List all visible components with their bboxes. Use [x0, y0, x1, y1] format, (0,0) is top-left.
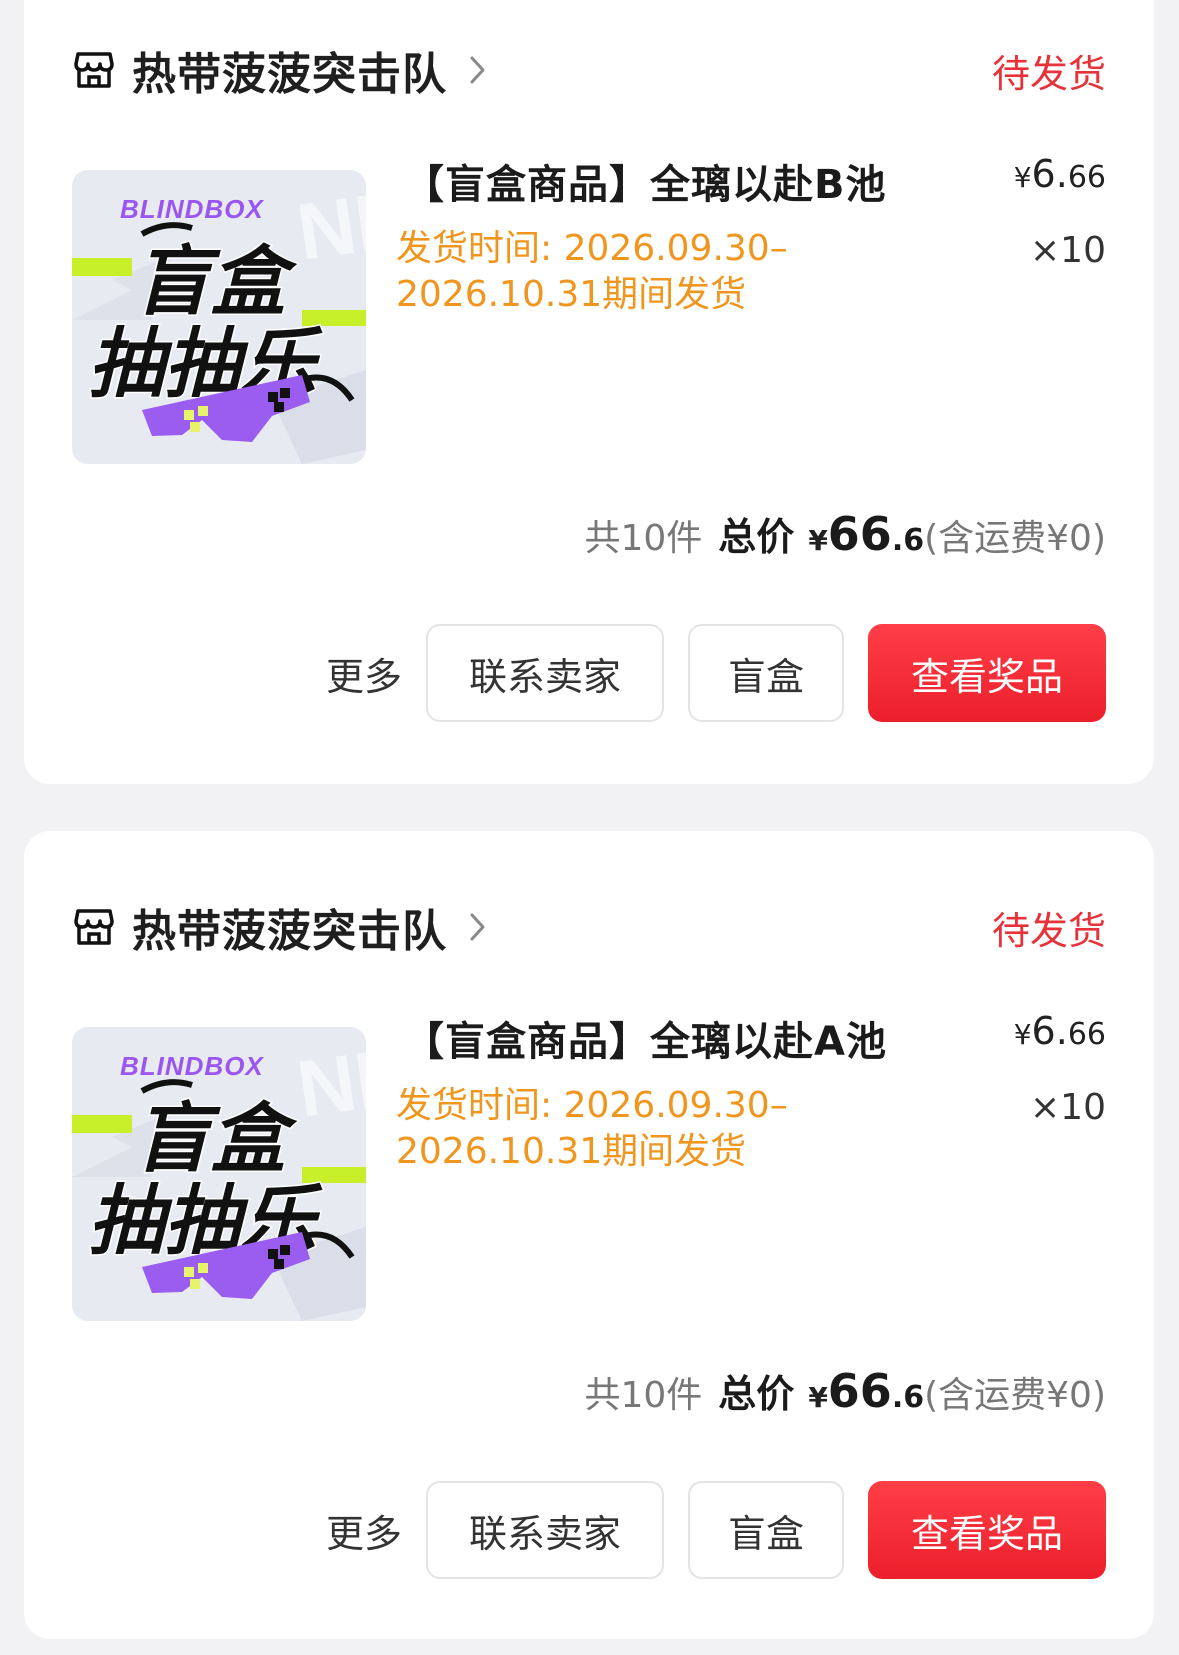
total-currency: ¥: [808, 524, 828, 557]
shop-icon: [74, 52, 114, 88]
shop-icon: [74, 909, 114, 945]
product-title[interactable]: 【盲盒商品】全璃以赴B池: [404, 152, 887, 210]
more-button[interactable]: 更多: [326, 1503, 402, 1558]
shipping-fee: (含运费¥0): [924, 518, 1106, 559]
blindbox-line1: 盲盒: [134, 237, 298, 326]
view-prizes-button[interactable]: 查看奖品: [868, 624, 1106, 722]
order-actions: 更多 联系卖家 盲盒 查看奖品: [326, 1481, 1106, 1579]
svg-text:ND: ND: [292, 173, 366, 277]
shop-name: 热带菠菠突击队: [132, 49, 447, 100]
chevron-right-icon: [470, 913, 485, 941]
shop-header[interactable]: 热带菠菠突击队 待发货: [72, 40, 1106, 100]
order-card: 热带菠菠突击队 待发货 ND BLINDBOX 盲盒 抽抽乐 【盲盒商品】全璃以…: [24, 831, 1154, 1639]
total-label: 总价: [718, 515, 795, 559]
product-image[interactable]: ND BLINDBOX 盲盒 抽抽乐: [72, 170, 366, 464]
total-amount-dec: .6: [891, 523, 925, 558]
shop-header[interactable]: 热带菠菠突击队 待发货: [72, 897, 1106, 957]
quantity: ×10: [1030, 230, 1106, 271]
total-amount-int: 66: [827, 507, 892, 561]
order-status: 待发货: [991, 908, 1106, 953]
view-prizes-button[interactable]: 查看奖品: [868, 1481, 1106, 1579]
blind-box-button[interactable]: 盲盒: [688, 1481, 844, 1579]
more-button[interactable]: 更多: [326, 646, 402, 701]
item-count: 共10件: [584, 518, 703, 559]
blindbox-logo-text: BLINDBOX: [120, 1051, 264, 1081]
order-total: 共10件 总价 ¥ 66 .6 (含运费¥0): [584, 1363, 1106, 1418]
blind-box-button[interactable]: 盲盒: [688, 624, 844, 722]
unit-price: ¥6.66: [1013, 152, 1106, 196]
shipping-fee: (含运费¥0): [924, 1375, 1106, 1416]
product-title[interactable]: 【盲盒商品】全璃以赴A池: [404, 1009, 887, 1067]
order-actions: 更多 联系卖家 盲盒 查看奖品: [326, 624, 1106, 722]
total-amount-dec: .6: [891, 1380, 925, 1415]
order-total: 共10件 总价 ¥ 66 .6 (含运费¥0): [584, 506, 1106, 561]
total-currency: ¥: [808, 1381, 828, 1414]
ship-time: 发货时间: 2026.09.30–2026.10.31期间发货: [396, 228, 788, 315]
unit-price: ¥6.66: [1013, 1009, 1106, 1053]
order-card: 热带菠菠突击队 待发货 ND BLINDBOX 盲盒 抽抽乐 【盲盒商品】全璃以…: [24, 0, 1154, 784]
chevron-right-icon: [470, 56, 485, 84]
svg-text:ND: ND: [292, 1030, 366, 1134]
total-amount-int: 66: [827, 1364, 892, 1418]
shop-name: 热带菠菠突击队: [132, 906, 447, 957]
total-label: 总价: [718, 1372, 795, 1416]
ship-time: 发货时间: 2026.09.30–2026.10.31期间发货: [396, 1085, 788, 1172]
contact-seller-button[interactable]: 联系卖家: [426, 1481, 664, 1579]
product-image[interactable]: ND BLINDBOX 盲盒 抽抽乐: [72, 1027, 366, 1321]
quantity: ×10: [1030, 1087, 1106, 1128]
blindbox-line1: 盲盒: [134, 1094, 298, 1183]
order-status: 待发货: [991, 51, 1106, 96]
contact-seller-button[interactable]: 联系卖家: [426, 624, 664, 722]
blindbox-logo-text: BLINDBOX: [120, 194, 264, 224]
item-count: 共10件: [584, 1375, 703, 1416]
